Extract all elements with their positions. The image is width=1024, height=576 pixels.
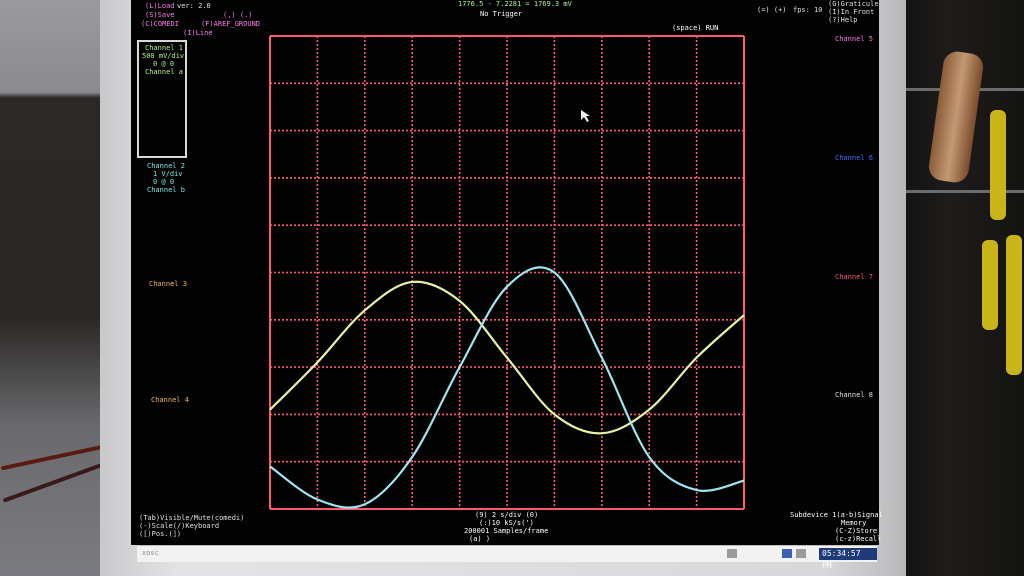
- memory-label: Memory: [841, 519, 867, 527]
- hint-visible-mute[interactable]: (Tab)Visible/Mute(comedi): [139, 514, 244, 522]
- tool-yellow: [990, 110, 1006, 220]
- timebase-readout[interactable]: (9) 2 s/div (0): [475, 511, 538, 519]
- recall-hint[interactable]: (c-z)Recall: [835, 535, 881, 543]
- store-hint[interactable]: (C-Z)Store: [835, 527, 877, 535]
- mouse-cursor-icon: [581, 110, 590, 122]
- tray-icon[interactable]: [727, 549, 737, 558]
- graticule-grid: [269, 35, 745, 510]
- tray-icon[interactable]: [796, 549, 806, 558]
- hint-position[interactable]: ([)Pos.(]): [139, 530, 181, 538]
- sample-rate-readout[interactable]: (:)10 kS/s('): [479, 519, 534, 527]
- taskbar: xosc 05:34:57 PM: [137, 545, 877, 570]
- room-background-left: [0, 0, 110, 576]
- samples-per-frame: 200001 Samples/frame: [464, 527, 549, 535]
- taskbar-app-label[interactable]: xosc: [142, 549, 159, 557]
- taskbar-clock[interactable]: 05:34:57 PM: [819, 548, 877, 570]
- bracket-hint: (a) ): [469, 535, 491, 543]
- hint-scale-keyboard[interactable]: (-)Scale(/)Keyboard: [139, 522, 219, 530]
- tool-yellow: [982, 240, 998, 330]
- tool-yellow: [1006, 235, 1022, 375]
- oscilloscope-screen: 1776.5 - 7.2281 = 1769.3 mV No Trigger (…: [131, 0, 883, 545]
- tray-icon[interactable]: [782, 549, 792, 558]
- trace-channel-2: [269, 266, 745, 509]
- scope-plot: [269, 35, 745, 510]
- subdevice-signal[interactable]: Subdevice 1(a-b)Signal: [790, 511, 883, 519]
- trace-group: [269, 266, 745, 509]
